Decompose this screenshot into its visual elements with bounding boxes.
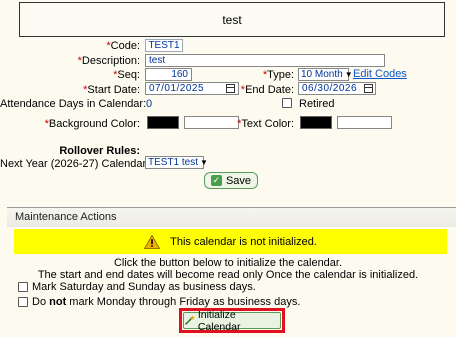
warning-triangle-icon — [144, 234, 161, 249]
page-title-text: test — [222, 12, 242, 27]
seq-label: *Seq: — [113, 69, 140, 81]
attendance-days-label: Attendance Days in Calendar: — [0, 98, 147, 110]
save-check-icon: ✓ — [210, 175, 222, 186]
next-year-select-value: TEST1 test — [148, 157, 199, 168]
text-color-input[interactable] — [337, 116, 392, 129]
type-label: *Type: — [262, 69, 294, 81]
background-color-swatch[interactable] — [147, 116, 179, 129]
description-input[interactable]: test — [145, 54, 385, 67]
seq-input[interactable]: 160 — [145, 68, 192, 81]
start-date-value: 07/01/2025 — [149, 83, 205, 94]
instruction-line-2: The start and end dates will become read… — [37, 269, 419, 281]
next-year-select[interactable]: TEST1 test ▼ — [145, 156, 208, 169]
save-button-label: Save — [225, 174, 252, 187]
code-label: *Code: — [106, 40, 140, 52]
code-value: TEST1 — [145, 39, 183, 52]
not-initialized-warning: This calendar is not initialized. — [14, 229, 447, 254]
instruction-line-1: Click the button below to initialize the… — [113, 257, 343, 269]
attendance-days-value: 0 — [146, 98, 153, 110]
skip-weekdays-label-bold: not — [49, 296, 67, 308]
edit-codes-link[interactable]: Edit Codes — [353, 68, 407, 80]
skip-weekdays-label-post: mark Monday through Friday as business d… — [66, 296, 301, 308]
retired-label: Retired — [299, 98, 335, 110]
text-color-label: *Text Color: — [237, 118, 294, 130]
next-year-label: Next Year (2026-27) Calendar: — [0, 158, 150, 170]
rollover-heading: Rollover Rules: — [59, 145, 140, 157]
page-title: test — [19, 2, 445, 37]
type-select[interactable]: 10 Month ▼ — [298, 68, 353, 81]
end-date-value: 06/30/2026 — [302, 83, 358, 94]
background-color-label: *Background Color: — [44, 118, 140, 130]
start-date-input[interactable]: 07/01/2025 — [145, 82, 239, 95]
end-date-label: *End Date: — [240, 84, 294, 96]
initialize-calendar-button[interactable]: Initialize Calendar — [183, 309, 281, 333]
skip-weekdays-label-pre: Do — [32, 296, 50, 308]
skip-weekdays-checkbox[interactable] — [18, 297, 28, 307]
retired-checkbox[interactable] — [282, 98, 292, 108]
mark-weekends-checkbox[interactable] — [18, 282, 28, 292]
mark-weekends-label: Mark Saturday and Sunday as business day… — [32, 281, 256, 293]
type-select-value: 10 Month — [301, 69, 343, 80]
wand-icon — [184, 315, 195, 325]
maintenance-actions-header: Maintenance Actions — [7, 207, 456, 227]
start-date-label: *Start Date: — [83, 84, 140, 96]
skip-weekdays-label: Do not mark Monday through Friday as bus… — [32, 296, 300, 308]
calendar-icon[interactable] — [364, 84, 373, 93]
text-color-swatch[interactable] — [300, 116, 332, 129]
chevron-down-icon: ▼ — [344, 70, 353, 79]
initialize-calendar-label: Initialize Calendar — [197, 308, 241, 333]
save-button[interactable]: ✓ Save — [204, 172, 258, 189]
chevron-down-icon: ▼ — [200, 158, 208, 167]
description-label: *Description: — [77, 55, 140, 67]
warning-text: This calendar is not initialized. — [170, 235, 317, 248]
